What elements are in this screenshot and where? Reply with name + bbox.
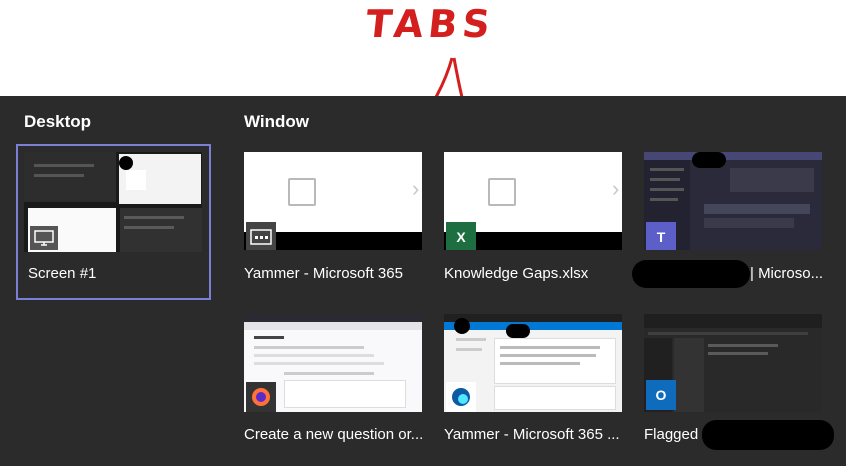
outlook-icon: O [646, 380, 676, 410]
window-thumbnail [244, 314, 422, 412]
window-caption: Create a new question or... [244, 426, 422, 443]
window-tile-yammer-1[interactable]: › Yammer - Microsoft 365 [244, 152, 422, 292]
redaction-mark [632, 260, 750, 288]
screen-1-caption: Screen #1 [28, 265, 97, 282]
redaction-mark [702, 420, 834, 450]
redaction-mark [506, 324, 530, 338]
teams-icon: T [646, 222, 676, 250]
window-section-title: Window [244, 112, 309, 131]
window-caption: Knowledge Gaps.xlsx [444, 265, 589, 282]
window-tile-firefox[interactable]: Create a new question or... [244, 314, 422, 454]
window-caption: Yammer - Microsoft 365 [244, 265, 403, 282]
screen-1-thumbnail [24, 152, 202, 252]
redaction-mark [119, 156, 133, 170]
window-caption: | Microso... [750, 265, 824, 282]
monitor-icon [30, 226, 58, 250]
redaction-mark [454, 318, 470, 334]
window-tile-teams[interactable]: T | Microso... [632, 152, 826, 292]
redaction-mark [692, 152, 726, 168]
window-tile-excel[interactable]: › X Knowledge Gaps.xlsx [444, 152, 622, 292]
window-caption: Yammer - Microsoft 365 ... [444, 426, 620, 443]
window-thumbnail [444, 314, 622, 412]
window-tile-outlook[interactable]: O Flagged [644, 314, 834, 454]
tabs-annotation: TABS [363, 2, 498, 46]
window-thumbnail: T [644, 152, 822, 250]
edge-icon [446, 382, 476, 412]
desktop-section-title: Desktop [24, 112, 92, 131]
window-thumbnail: O [644, 314, 822, 412]
window-thumbnail: › [244, 152, 422, 250]
annotation-area: TABS [0, 0, 846, 139]
screen-1-tile[interactable]: Screen #1 [16, 144, 211, 300]
window-caption: Flagged [644, 426, 699, 443]
excel-icon: X [446, 222, 476, 250]
window-thumbnail: › X [444, 152, 622, 250]
window-tile-yammer-2[interactable]: Yammer - Microsoft 365 ... [444, 314, 622, 454]
share-picker: Desktop Window Screen #1 › Yammer - Micr… [0, 96, 846, 466]
yammer-window-icon [246, 222, 276, 250]
firefox-icon [246, 382, 276, 412]
